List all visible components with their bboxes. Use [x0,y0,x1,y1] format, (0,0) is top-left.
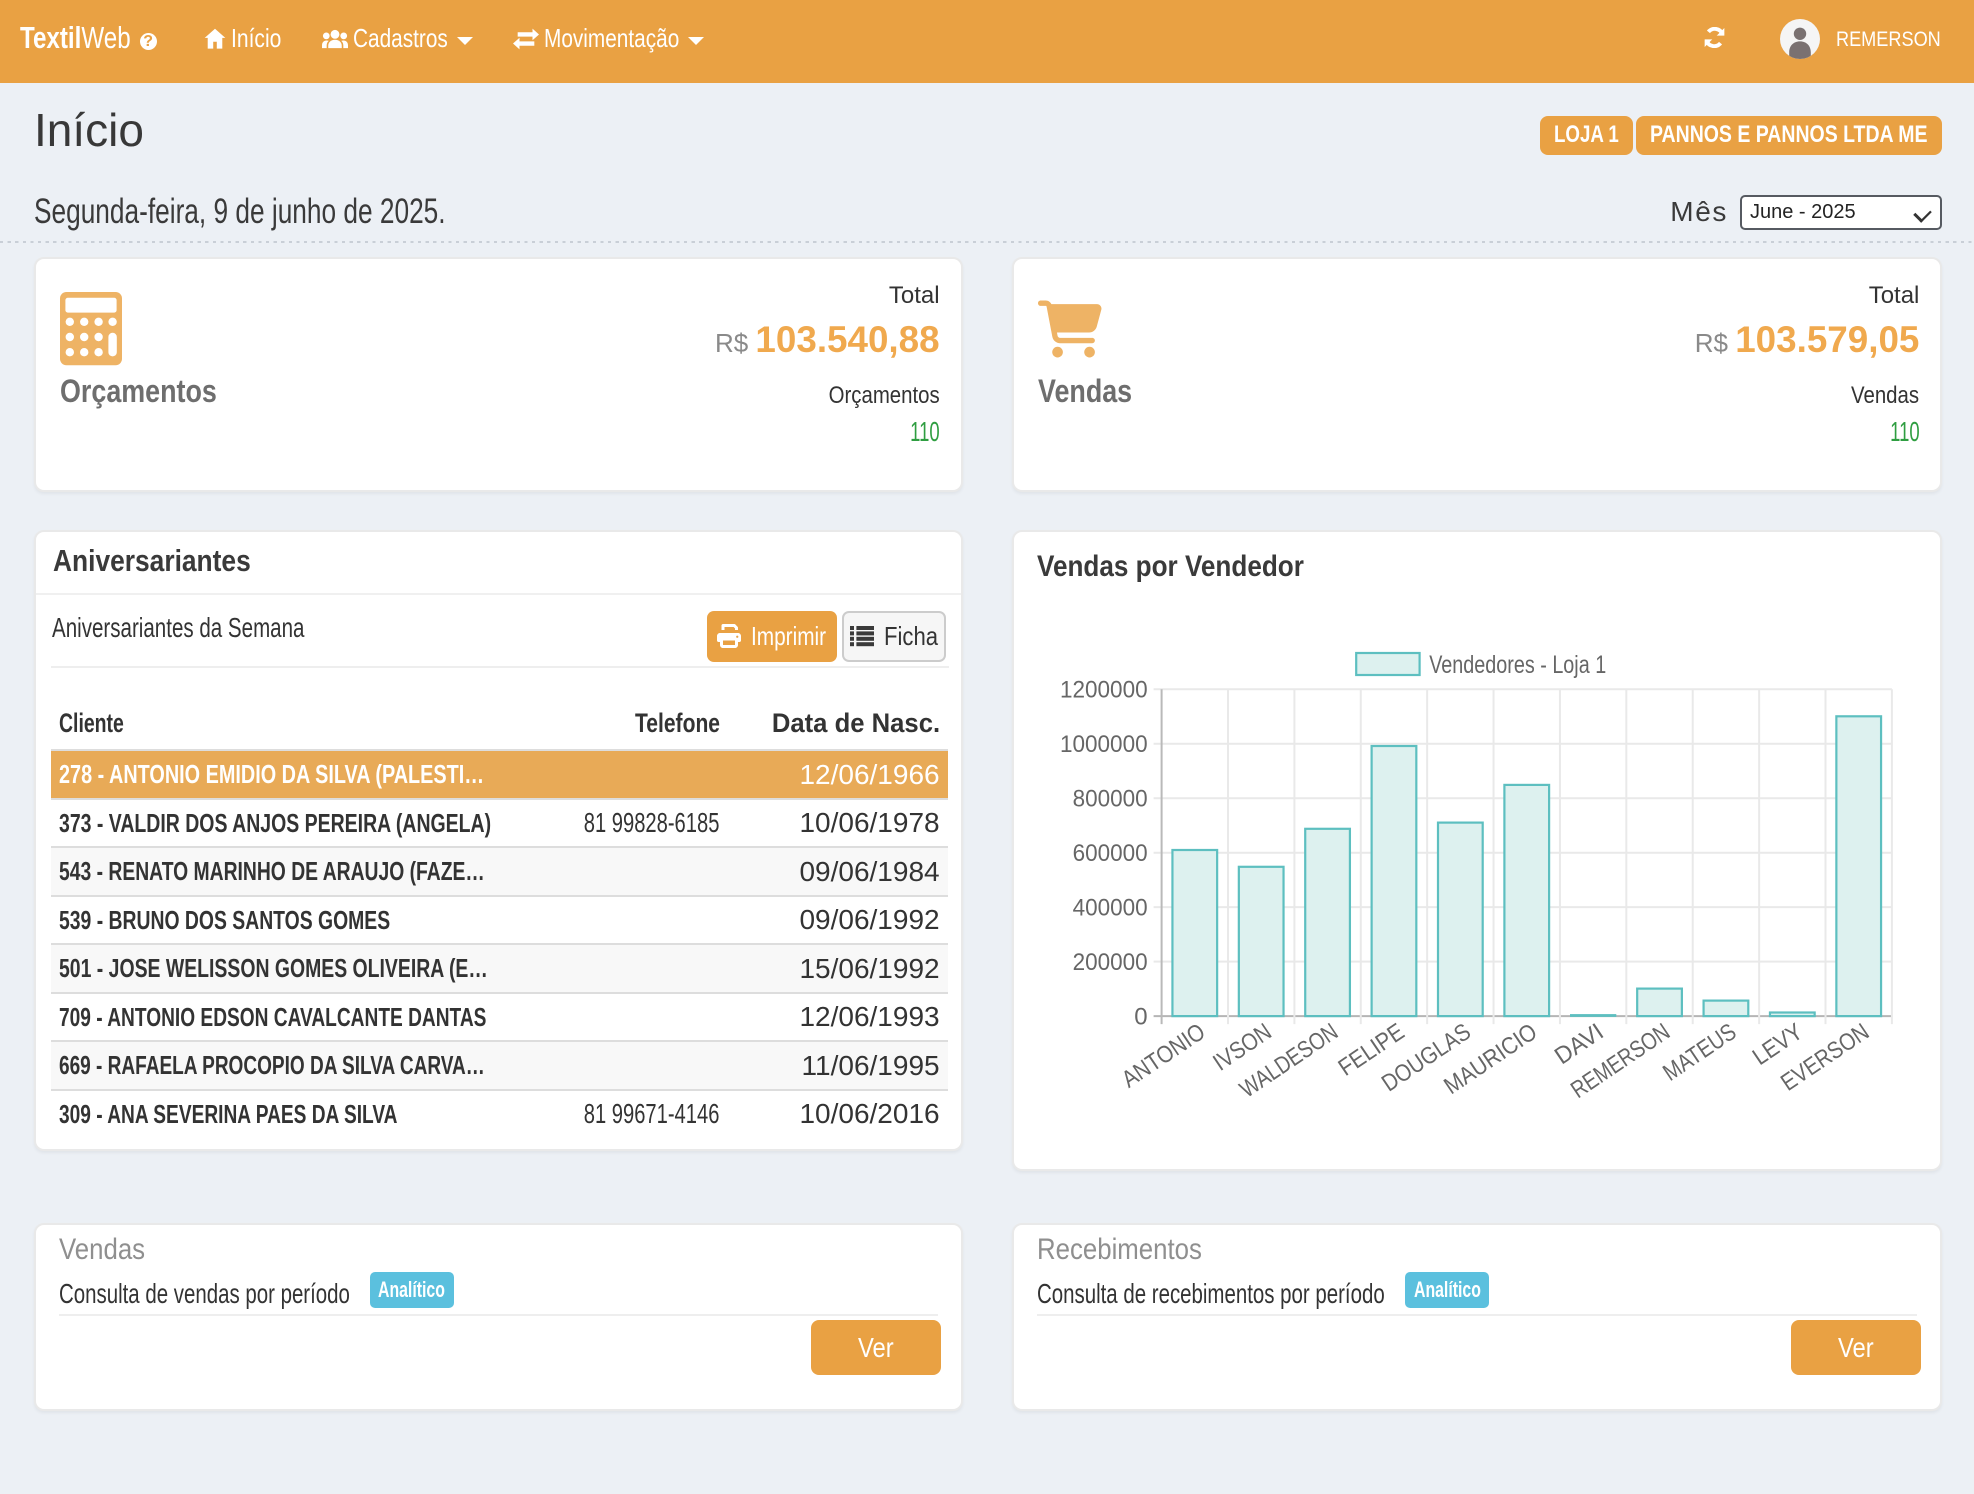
svg-text:200000: 200000 [1073,949,1148,976]
svg-text:MATEUS: MATEUS [1659,1018,1742,1086]
svg-text:ANTONIO: ANTONIO [1117,1018,1210,1093]
svg-text:800000: 800000 [1073,786,1148,813]
svg-text:1000000: 1000000 [1060,731,1148,758]
svg-text:0: 0 [1135,1004,1148,1031]
svg-text:400000: 400000 [1073,895,1148,922]
svg-text:1200000: 1200000 [1060,677,1148,704]
svg-text:Vendedores - Loja 1: Vendedores - Loja 1 [1430,651,1607,679]
svg-text:600000: 600000 [1073,840,1148,867]
